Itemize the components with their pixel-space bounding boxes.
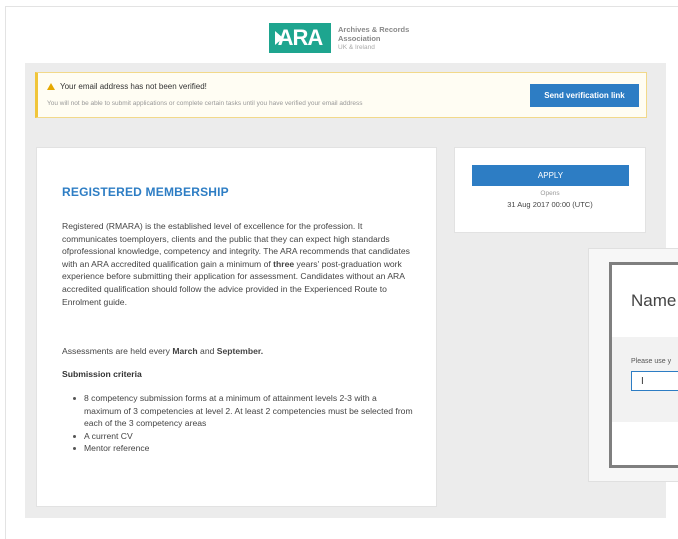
name-dialog: Name Please use y: [609, 262, 678, 468]
alert-message: You will not be able to submit applicati…: [47, 100, 363, 107]
membership-title: REGISTERED MEMBERSHIP: [62, 185, 229, 199]
dialog-title: Name: [631, 291, 677, 310]
send-verification-link-button[interactable]: Send verification link: [530, 84, 639, 107]
alert-title-row: Your email address has not been verified…: [47, 82, 207, 91]
submission-criteria-list: 8 competency submission forms at a minim…: [73, 392, 413, 455]
logo-line-1: Archives & Records: [338, 24, 410, 34]
ara-logo-text: Archives & Records Association UK & Irel…: [338, 25, 409, 52]
warning-icon: [47, 83, 55, 90]
assessment-and: and: [197, 346, 217, 356]
logo-line-2: Association: [338, 33, 381, 43]
ara-logo[interactable]: ARA Archives & Records Association UK & …: [269, 22, 409, 54]
assessment-text: Assessments are held every: [62, 346, 173, 356]
membership-description-bold: three: [273, 258, 295, 269]
criteria-item: Mentor reference: [73, 442, 413, 455]
assessment-month-2: September.: [216, 346, 264, 356]
criteria-item: 8 competency submission forms at a minim…: [73, 392, 413, 430]
opens-date: 31 Aug 2017 00:00 (UTC): [507, 200, 593, 209]
dialog-body: Please use y: [612, 337, 678, 422]
dialog-hint: Please use y: [631, 358, 672, 365]
email-verification-alert: Your email address has not been verified…: [35, 72, 647, 118]
apply-card: APPLY Opens 31 Aug 2017 00:00 (UTC): [454, 147, 646, 233]
criteria-item: A current CV: [73, 430, 413, 443]
assessment-month-1: March: [172, 346, 198, 356]
alert-title: Your email address has not been verified…: [60, 82, 207, 91]
name-input[interactable]: [631, 371, 678, 391]
opens-label: Opens: [540, 190, 560, 197]
ara-logo-mark: ARA: [269, 23, 331, 53]
submission-criteria-heading: Submission criteria: [62, 369, 142, 379]
membership-card: REGISTERED MEMBERSHIP Registered (RMARA)…: [36, 147, 437, 507]
logo-subtitle: UK & Ireland: [338, 43, 375, 51]
apply-button[interactable]: APPLY: [472, 165, 629, 186]
assessment-schedule: Assessments are held every March and Sep…: [62, 346, 263, 356]
membership-description: Registered (RMARA) is the established le…: [62, 220, 414, 308]
